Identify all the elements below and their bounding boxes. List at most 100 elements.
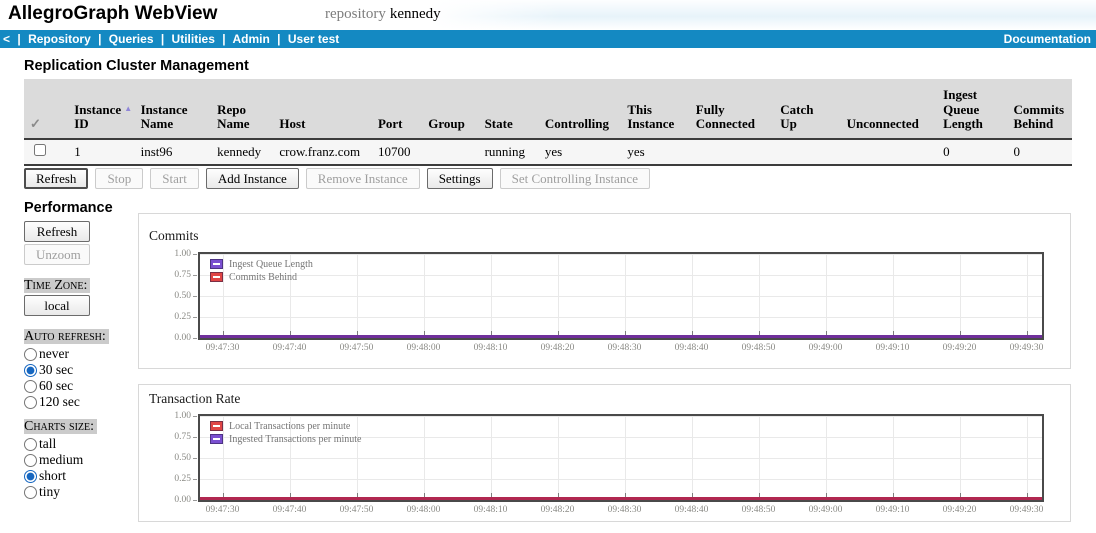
radio-tiny[interactable] [24,485,37,499]
radio-label[interactable]: never [39,346,69,362]
x-tick-label: 09:47:40 [272,343,307,353]
column-header-select[interactable]: ✓ [24,79,69,140]
column-header-unconnected[interactable]: Unconnected [840,79,938,140]
radio-short[interactable] [24,469,37,483]
start-button[interactable]: Start [150,168,199,189]
chart-title: Commits [149,228,199,243]
x-tick-label: 09:48:30 [607,505,642,515]
column-header-line: Name [217,116,250,132]
column-header-port[interactable]: Port [371,79,423,140]
radio-tall[interactable] [24,437,37,451]
y-tick-label: 0.75 [174,270,191,280]
remove-instance-button[interactable]: Remove Instance [305,168,420,189]
x-tick-label: 09:48:10 [473,343,508,353]
column-header-line: Host [279,116,306,132]
cell-controlling: yes [538,139,622,166]
column-header-controlling[interactable]: Controlling [538,79,622,140]
nav-item-user-test[interactable]: User test [288,32,339,46]
radio-label[interactable]: tall [39,436,56,452]
y-tick-label: 0.00 [174,495,191,505]
nav-item-queries[interactable]: Queries [109,32,154,46]
stop-button[interactable]: Stop [95,168,144,189]
y-tick-label: 1.00 [174,249,191,259]
auto-refresh-label: Auto refresh: [24,329,109,344]
nav-item-utilities[interactable]: Utilities [172,32,215,46]
nav-bar: < | Repository | Queries | Utilities | A… [0,30,1096,48]
chart-title: Transaction Rate [149,391,241,406]
repository-name: kennedy [389,6,441,22]
row-select-checkbox[interactable] [34,144,46,156]
x-tick-label: 09:48:20 [540,505,575,515]
charts-size-option-tall[interactable]: tall [24,436,139,452]
auto-refresh-option-never[interactable]: never [24,346,139,362]
cluster-heading: Replication Cluster Management [24,58,249,74]
y-tick-label: 0.50 [174,453,191,463]
radio-medium[interactable] [24,453,37,467]
column-header-host[interactable]: Host [273,79,372,140]
column-header-fully-connected[interactable]: Fully Connected [689,79,775,140]
radio-60-sec[interactable] [24,379,37,393]
y-tick-label: 0.50 [174,291,191,301]
set-controlling-instance-button[interactable]: Set Controlling Instance [499,168,650,189]
column-header-line: Fully [695,101,725,117]
time-zone-button[interactable]: local [24,295,90,316]
refresh-button[interactable]: Refresh [24,168,89,189]
y-tick-label: 1.00 [174,411,191,421]
column-header-line: Up [780,116,797,132]
column-header-line: ID [74,116,89,132]
nav-back-link[interactable]: < [3,32,10,46]
performance-refresh-button[interactable]: Refresh [24,221,90,242]
commits-plot-area[interactable]: Ingest Queue Length Commits Behind [198,252,1044,340]
column-header-repo-name[interactable]: Repo Name [211,79,274,140]
charts-size-option-medium[interactable]: medium [24,452,139,468]
column-header-line: Instance [627,116,675,132]
column-header-this-instance[interactable]: This Instance [621,79,690,140]
radio-label[interactable]: 30 sec [39,362,73,378]
add-instance-button[interactable]: Add Instance [205,168,299,189]
nav-item-documentation[interactable]: Documentation [1004,32,1091,46]
performance-heading: Performance [24,200,113,216]
x-tick-label: 09:48:30 [607,343,642,353]
column-header-state[interactable]: State [478,79,539,140]
column-header-instance-name[interactable]: Instance Name [134,79,212,140]
x-tick-label: 09:48:00 [406,343,441,353]
radio-label[interactable]: medium [39,452,83,468]
column-header-catch-up[interactable]: Catch Up [774,79,841,140]
auto-refresh-option-30sec[interactable]: 30 sec [24,362,139,378]
series-swatch-icon [210,272,223,282]
column-header-instance-id[interactable]: Instance ▲ ID [68,79,135,140]
cell-this-instance: yes [621,139,690,166]
column-header-line: This [627,101,652,117]
radio-30-sec[interactable] [24,363,37,377]
series-line [200,497,1042,500]
charts-size-option-short[interactable]: short [24,468,139,484]
radio-label[interactable]: 60 sec [39,378,73,394]
settings-button[interactable]: Settings [426,168,493,189]
app-title: AllegroGraph WebView [8,3,218,24]
nav-item-admin[interactable]: Admin [232,32,269,46]
x-tick-label: 09:49:20 [942,505,977,515]
auto-refresh-option-60sec[interactable]: 60 sec [24,378,139,394]
charts-size-option-tiny[interactable]: tiny [24,484,139,500]
column-header-ingest-queue-length[interactable]: Ingest Queue Length [937,79,1008,140]
radio-label[interactable]: 120 sec [39,394,80,410]
column-header-group[interactable]: Group [422,79,479,140]
repository-label: repository [325,6,386,22]
x-tick-label: 09:48:10 [473,505,508,515]
radio-never[interactable] [24,347,37,361]
radio-label[interactable]: tiny [39,484,60,500]
radio-label[interactable]: short [39,468,66,484]
unzoom-button[interactable]: Unzoom [24,244,90,265]
cluster-table: ✓ Instance ▲ ID Instance Name Repo Name H… [24,79,1072,166]
series-swatch-icon [210,421,223,431]
cell-state: running [478,139,539,166]
column-header-commits-behind[interactable]: Commits Behind [1007,79,1072,140]
radio-120-sec[interactable] [24,395,37,409]
legend-item: Commits Behind [210,271,313,283]
y-axis-labels: 1.00 0.75 0.50 0.25 0.00 [153,406,191,511]
nav-item-repository[interactable]: Repository [28,32,91,46]
commits-chart-panel: Commits 1.00 0.75 0.50 0.25 0.00 Ingest … [138,213,1071,369]
transaction-rate-plot-area[interactable]: Local Transactions per minute Ingested T… [198,414,1044,502]
x-tick-label: 09:49:30 [1009,505,1044,515]
auto-refresh-option-120sec[interactable]: 120 sec [24,394,139,410]
